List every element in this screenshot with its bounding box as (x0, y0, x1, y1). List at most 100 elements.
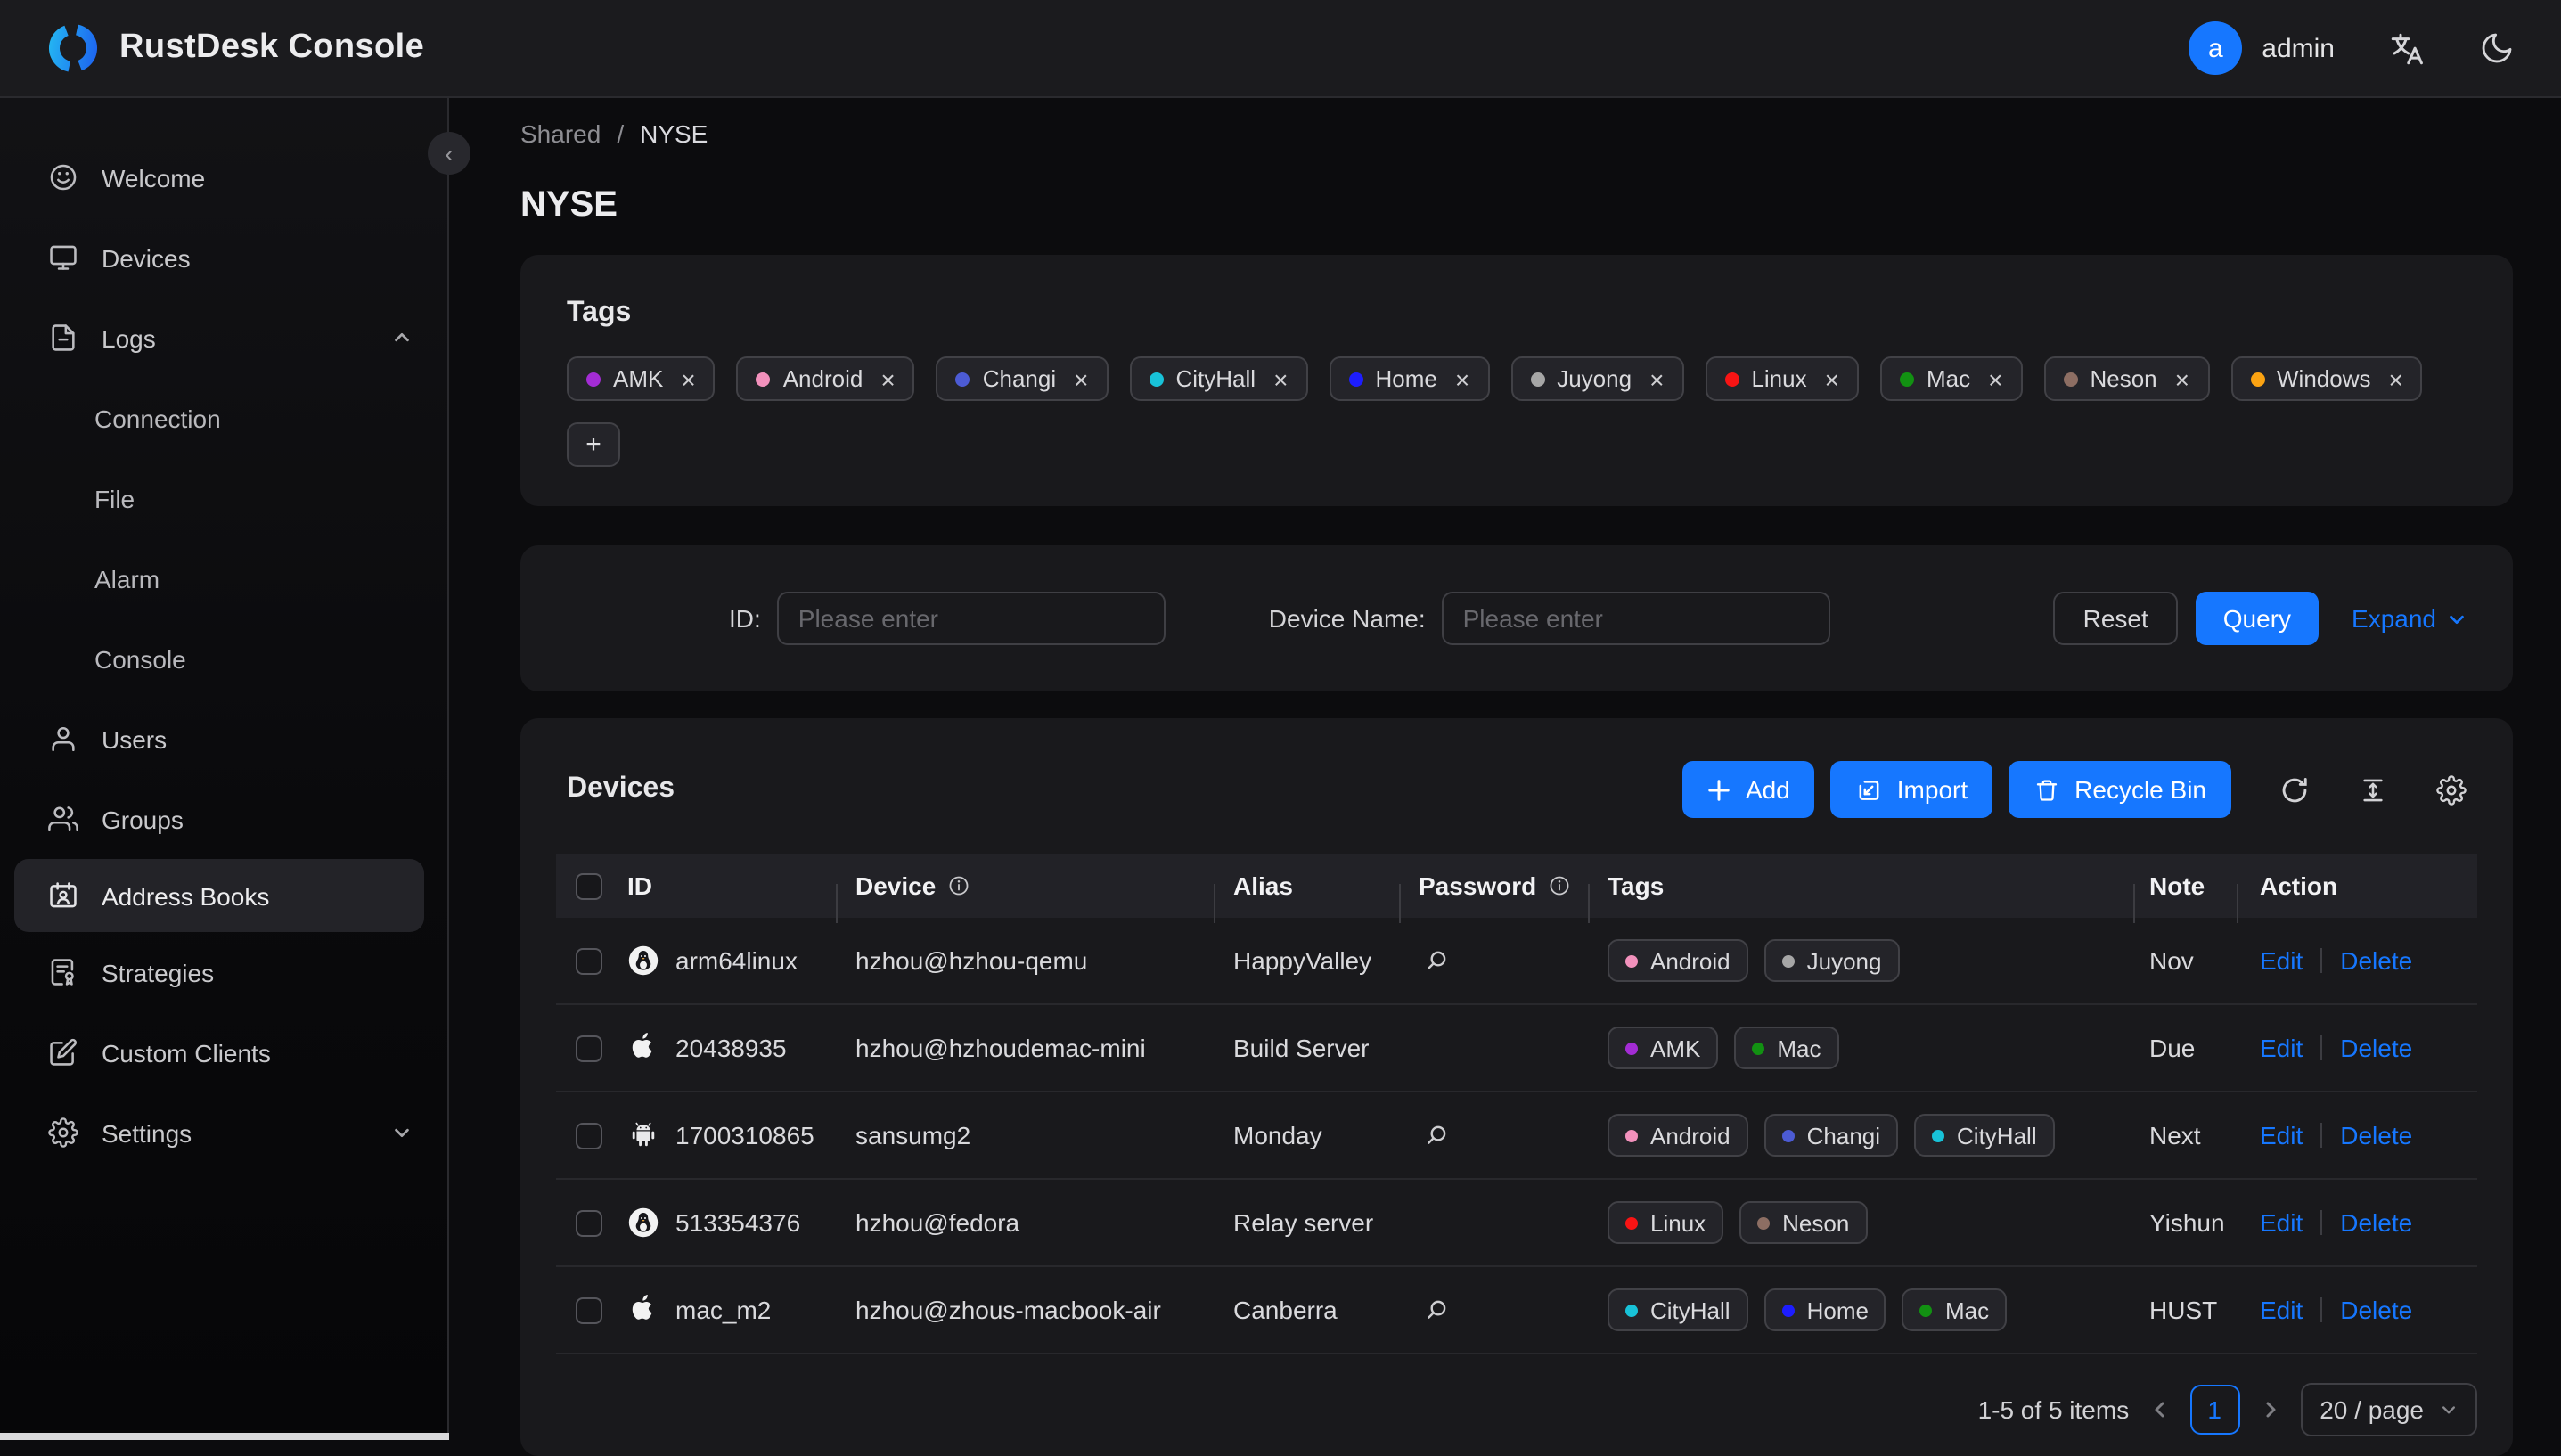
sidebar-item-users[interactable]: Users (0, 699, 447, 779)
query-button[interactable]: Query (2196, 592, 2319, 645)
sidebar-item-address-books[interactable]: Address Books (14, 859, 424, 932)
sidebar-item-strategies[interactable]: Strategies (0, 932, 447, 1012)
tag-remove-icon[interactable]: × (2389, 366, 2403, 391)
device-alias: Relay server (1233, 1208, 1374, 1237)
view-password-icon[interactable] (1422, 1296, 1451, 1324)
app-title: RustDesk Console (119, 29, 425, 66)
sidebar-item-custom-clients[interactable]: Custom Clients (0, 1012, 447, 1092)
sidebar-item-logs[interactable]: Logs (0, 298, 447, 378)
tag-remove-icon[interactable]: × (681, 366, 695, 391)
recycle-bin-button[interactable]: Recycle Bin (2009, 761, 2231, 818)
expand-link[interactable]: Expand (2352, 604, 2467, 633)
edit-link[interactable]: Edit (2260, 1296, 2303, 1324)
device-name: sansumg2 (855, 1121, 971, 1149)
delete-link[interactable]: Delete (2340, 1208, 2412, 1237)
tag-remove-icon[interactable]: × (880, 366, 895, 391)
view-password-icon[interactable] (1422, 946, 1451, 975)
tag-label: Mac (1944, 1296, 1990, 1323)
edit-link[interactable]: Edit (2260, 1034, 2303, 1062)
page-size-select[interactable]: 20 / page (2300, 1383, 2477, 1436)
row-tags: CityHall Home Mac (1590, 1288, 2135, 1331)
sidebar-item-alarm[interactable]: Alarm (0, 538, 447, 618)
tag-remove-icon[interactable]: × (1825, 366, 1839, 391)
chevron-up-icon (392, 328, 412, 348)
tag-remove-icon[interactable]: × (1649, 366, 1664, 391)
os-linux-icon (627, 1207, 659, 1239)
sidebar-item-groups[interactable]: Groups (0, 779, 447, 859)
tag-remove-icon[interactable]: × (2175, 366, 2189, 391)
device-name-filter-input[interactable] (1441, 592, 1830, 645)
trash-icon (2033, 776, 2060, 803)
action-divider (2320, 948, 2323, 973)
edit-link[interactable]: Edit (2260, 1208, 2303, 1237)
tag-chip: Neson × (2043, 356, 2209, 401)
edit-link[interactable]: Edit (2260, 946, 2303, 975)
username[interactable]: admin (2262, 33, 2335, 63)
header: RustDesk Console a admin (0, 0, 2561, 98)
edit-link[interactable]: Edit (2260, 1121, 2303, 1149)
reset-button[interactable]: Reset (2052, 592, 2179, 645)
sidebar-label: Users (102, 724, 168, 753)
row-checkbox[interactable] (575, 1209, 601, 1236)
sidebar-label: Groups (102, 805, 184, 833)
refresh-icon[interactable] (2279, 774, 2310, 805)
id-filter-input[interactable] (776, 592, 1166, 645)
info-icon[interactable] (946, 873, 971, 898)
add-button[interactable]: Add (1682, 761, 1815, 818)
row-checkbox[interactable] (575, 1122, 601, 1149)
tag-color-dot (1932, 1129, 1945, 1141)
breadcrumb-shared[interactable]: Shared (520, 119, 601, 148)
sidebar-item-welcome[interactable]: Welcome (0, 137, 447, 217)
row-checkbox[interactable] (575, 1035, 601, 1061)
tag-color-dot (955, 372, 970, 386)
document-seal-icon (48, 957, 78, 987)
table-row: 20438935 hzhou@hzhoudemac-mini Build Serve… (556, 1005, 2477, 1092)
column-header-tags: Tags (1590, 871, 2135, 923)
row-checkbox[interactable] (575, 1296, 601, 1323)
sidebar-item-connection[interactable]: Connection (0, 378, 447, 458)
sidebar-item-settings[interactable]: Settings (0, 1092, 447, 1173)
device-alias: Build Server (1233, 1034, 1370, 1062)
next-page-icon[interactable] (2259, 1399, 2280, 1420)
user-avatar[interactable]: a (2189, 21, 2243, 75)
delete-link[interactable]: Delete (2340, 1034, 2412, 1062)
add-tag-button[interactable]: + (567, 422, 620, 467)
view-password-icon[interactable] (1422, 1121, 1451, 1149)
translate-icon[interactable] (2388, 29, 2426, 67)
sidebar-bottom-strip (0, 1433, 449, 1440)
delete-link[interactable]: Delete (2340, 1296, 2412, 1324)
table-settings-gear-icon[interactable] (2436, 774, 2467, 805)
sidebar-item-devices[interactable]: Devices (0, 217, 447, 298)
pagination-summary: 1-5 of 5 items (1977, 1395, 2130, 1424)
sidebar-item-console[interactable]: Console (0, 618, 447, 699)
tag-color-dot (2250, 372, 2264, 386)
table-row: 513354376 hzhou@fedora Relay server Linux Ne… (556, 1180, 2477, 1267)
tag-remove-icon[interactable]: × (1988, 366, 2002, 391)
device-note: Next (2149, 1121, 2201, 1149)
row-checkbox[interactable] (575, 947, 601, 974)
prev-page-icon[interactable] (2148, 1399, 2170, 1420)
info-icon[interactable] (1547, 873, 1572, 898)
sidebar-item-file[interactable]: File (0, 458, 447, 538)
row-tag-chip: Mac (1734, 1027, 1839, 1069)
delete-link[interactable]: Delete (2340, 946, 2412, 975)
tag-remove-icon[interactable]: × (1455, 366, 1469, 391)
import-button[interactable]: Import (1830, 761, 1993, 818)
pagination: 1-5 of 5 items 1 20 / page (556, 1383, 2477, 1436)
device-alias: Canberra (1233, 1296, 1338, 1324)
row-height-icon[interactable] (2358, 774, 2388, 805)
devices-toolbar: Add Import Recycle Bin (1667, 761, 2467, 818)
tag-remove-icon[interactable]: × (1074, 366, 1088, 391)
sidebar-collapse-button[interactable]: ‹ (428, 132, 470, 175)
tag-remove-icon[interactable]: × (1273, 366, 1288, 391)
delete-link[interactable]: Delete (2340, 1121, 2412, 1149)
tag-label: CityHall (1175, 365, 1256, 392)
moon-icon[interactable] (2479, 30, 2515, 66)
select-all-checkbox[interactable] (575, 872, 601, 899)
column-header-id: ID (620, 871, 838, 923)
chevron-down-icon (2440, 1401, 2458, 1419)
tag-color-dot (1781, 954, 1795, 967)
page-number-button[interactable]: 1 (2189, 1385, 2240, 1435)
tag-label: Changi (1806, 1122, 1881, 1149)
app-root: RustDesk Console a admin ‹ Welcome Devic… (0, 0, 2561, 1456)
